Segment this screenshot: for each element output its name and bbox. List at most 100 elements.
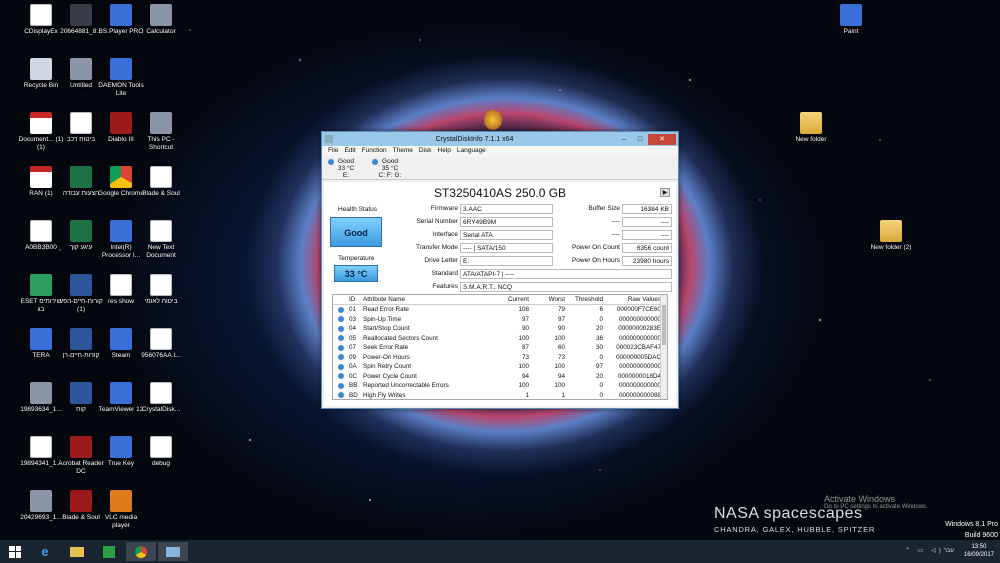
paint-icon bbox=[840, 4, 862, 26]
column-header[interactable]: Raw Values bbox=[603, 296, 661, 303]
menu-item[interactable]: Disk bbox=[419, 146, 432, 156]
drive-selector: Good 33 °C E: Good 35 °C C: F: G: bbox=[322, 156, 678, 180]
language-indicator[interactable]: עבר bbox=[944, 548, 954, 554]
column-header[interactable]: Worst bbox=[529, 296, 565, 303]
diablo-icon bbox=[110, 112, 132, 134]
taskbar-ie[interactable]: e bbox=[30, 542, 60, 561]
table-scrollbar[interactable] bbox=[660, 295, 667, 399]
desktop-icon[interactable]: New Text Document bbox=[138, 220, 184, 260]
menu-item[interactable]: Help bbox=[438, 146, 451, 156]
table-cell: 0C bbox=[349, 372, 358, 380]
status-dot-icon bbox=[333, 316, 349, 323]
desktop-icon[interactable]: debug bbox=[138, 436, 184, 468]
drive-tab[interactable]: Good 33 °C E: bbox=[326, 156, 366, 179]
column-header[interactable]: ID bbox=[349, 296, 363, 303]
table-cell: 000000F7CE60 bbox=[616, 306, 661, 314]
table-cell: 1 bbox=[525, 391, 529, 399]
table-cell: Reported Uncorrectable Errors bbox=[363, 382, 449, 390]
tera-icon bbox=[30, 328, 52, 350]
table-row[interactable]: 01 Read Error Rate 108 79 6 000000F7CE60 bbox=[333, 305, 667, 315]
blank-value-2: ---- bbox=[622, 230, 672, 240]
health-status-button[interactable]: Good bbox=[330, 217, 382, 247]
next-disk-button[interactable]: ▶ bbox=[660, 188, 670, 197]
activate-windows-notice: Activate Windows Go to PC settings to ac… bbox=[824, 494, 928, 510]
taskbar-explorer[interactable] bbox=[62, 542, 92, 561]
blank-label-2: ---- bbox=[611, 231, 620, 238]
taskbar-store[interactable] bbox=[94, 542, 124, 561]
menu-item[interactable]: Function bbox=[362, 146, 387, 156]
table-cell: 100 bbox=[554, 334, 565, 342]
desktop-icon[interactable]: Paint bbox=[828, 4, 874, 36]
desktop-icon[interactable]: DAEMON Tools Lite bbox=[98, 58, 144, 98]
table-cell: 100 bbox=[554, 363, 565, 371]
start-button[interactable] bbox=[0, 542, 30, 561]
menu-item[interactable]: Theme bbox=[393, 146, 413, 156]
document-icon bbox=[30, 220, 52, 242]
truekey-icon bbox=[110, 436, 132, 458]
table-cell: 97 bbox=[521, 315, 529, 323]
table-row[interactable]: 0C Power Cycle Count 94 94 20 0000000018D4 bbox=[333, 372, 667, 382]
taskbar-crystaldiskinfo[interactable] bbox=[158, 542, 188, 561]
menu-item[interactable]: File bbox=[328, 146, 338, 156]
table-cell: 60 bbox=[557, 344, 565, 352]
image-file-icon bbox=[70, 58, 92, 80]
table-cell: 000000000000 bbox=[618, 363, 661, 371]
menu-item[interactable]: Language bbox=[457, 146, 486, 156]
desktop-icon[interactable]: New folder (2) bbox=[868, 220, 914, 252]
desktop-icon-label: 956076AA.t... bbox=[141, 352, 181, 359]
temperature-button[interactable]: 33 °C bbox=[334, 265, 378, 282]
desktop-icon[interactable]: CrystalDisk... bbox=[138, 382, 184, 414]
document-icon bbox=[110, 274, 132, 296]
desktop-icon[interactable]: Calculator bbox=[138, 4, 184, 36]
watermark-subtitle: CHANDRA, GALEX, HUBBLE, SPITZER bbox=[714, 525, 876, 534]
tray-icons[interactable]: ⌃ ▭ ◁)עבר bbox=[905, 547, 954, 554]
table-cell: Reallocated Sectors Count bbox=[363, 334, 438, 342]
cdisplayex-icon bbox=[30, 4, 52, 26]
drive-letter-label: Drive Letter bbox=[424, 257, 458, 264]
maximize-button[interactable]: □ bbox=[632, 134, 648, 145]
windows-logo-icon bbox=[9, 545, 21, 558]
desktop-icon[interactable]: This PC - Shortcut bbox=[138, 112, 184, 152]
desktop-icon[interactable]: Blade & Soul bbox=[138, 166, 184, 198]
column-header[interactable]: Current bbox=[493, 296, 529, 303]
smart-attributes-table[interactable]: ID Attribute Name Current Worst Threshold Raw… bbox=[332, 294, 668, 400]
column-header[interactable]: Threshold bbox=[565, 296, 603, 303]
taskbar-chrome[interactable] bbox=[126, 542, 156, 561]
drive-tab[interactable]: Good 35 °C C: F: G: bbox=[370, 156, 410, 179]
file-explorer-icon bbox=[70, 546, 84, 557]
desktop-icon[interactable]: 956076AA.t... bbox=[138, 328, 184, 360]
desktop-icon[interactable]: New folder bbox=[788, 112, 834, 144]
status-dot-icon bbox=[333, 363, 349, 370]
text-document-icon bbox=[150, 328, 172, 350]
power-on-hours-label: Power On Hours bbox=[571, 257, 620, 264]
table-cell: 6 bbox=[599, 306, 603, 314]
desktop-icon[interactable]: VLC media player bbox=[98, 490, 144, 530]
table-row[interactable]: 0A Spin Retry Count 100 100 97 000000000000 bbox=[333, 362, 667, 372]
table-row[interactable]: BD High Fly Writes 1 1 0 000000000088 bbox=[333, 391, 667, 400]
table-row[interactable]: BB Reported Uncorrectable Errors 100 100 0 00… bbox=[333, 381, 667, 391]
window-titlebar[interactable]: CrystalDiskInfo 7.1.1 x64 – □ ✕ bbox=[322, 132, 678, 146]
close-button[interactable]: ✕ bbox=[648, 133, 676, 145]
activate-subtitle: Go to PC settings to activate Windows. bbox=[824, 504, 928, 510]
scrollbar-thumb[interactable] bbox=[662, 305, 666, 345]
table-cell: 1 bbox=[561, 391, 565, 399]
crystaldiskinfo-window[interactable]: CrystalDiskInfo 7.1.1 x64 – □ ✕ File Edit… bbox=[321, 131, 679, 409]
tray-clock[interactable]: 13:50 16/09/2017 bbox=[964, 543, 994, 559]
table-row[interactable]: 09 Power-On Hours 73 73 0 000000005DAC bbox=[333, 353, 667, 363]
table-cell: Power Cycle Count bbox=[363, 372, 417, 380]
minimize-button[interactable]: – bbox=[616, 134, 632, 145]
menu-item[interactable]: Edit bbox=[344, 146, 355, 156]
table-row[interactable]: 03 Spin-Up Time 97 97 0 000000000000 bbox=[333, 315, 667, 325]
document-icon bbox=[150, 166, 172, 188]
table-cell: BB bbox=[349, 382, 358, 390]
table-row[interactable]: 07 Seek Error Rate 87 60 30 000023CBAF47 bbox=[333, 343, 667, 353]
table-row[interactable]: 05 Reallocated Sectors Count 100 100 36 00000… bbox=[333, 334, 667, 344]
bsplayer-icon bbox=[110, 4, 132, 26]
table-cell: 79 bbox=[557, 306, 565, 314]
desktop-icon[interactable]: ביטוח לאומי bbox=[138, 274, 184, 306]
drive-letter: E: bbox=[342, 172, 350, 179]
drive-temp: 33 °C bbox=[337, 165, 355, 172]
column-header[interactable]: Attribute Name bbox=[363, 296, 493, 303]
table-cell: 07 bbox=[349, 344, 357, 352]
table-row[interactable]: 04 Start/Stop Count 90 90 20 00000000283E bbox=[333, 324, 667, 334]
